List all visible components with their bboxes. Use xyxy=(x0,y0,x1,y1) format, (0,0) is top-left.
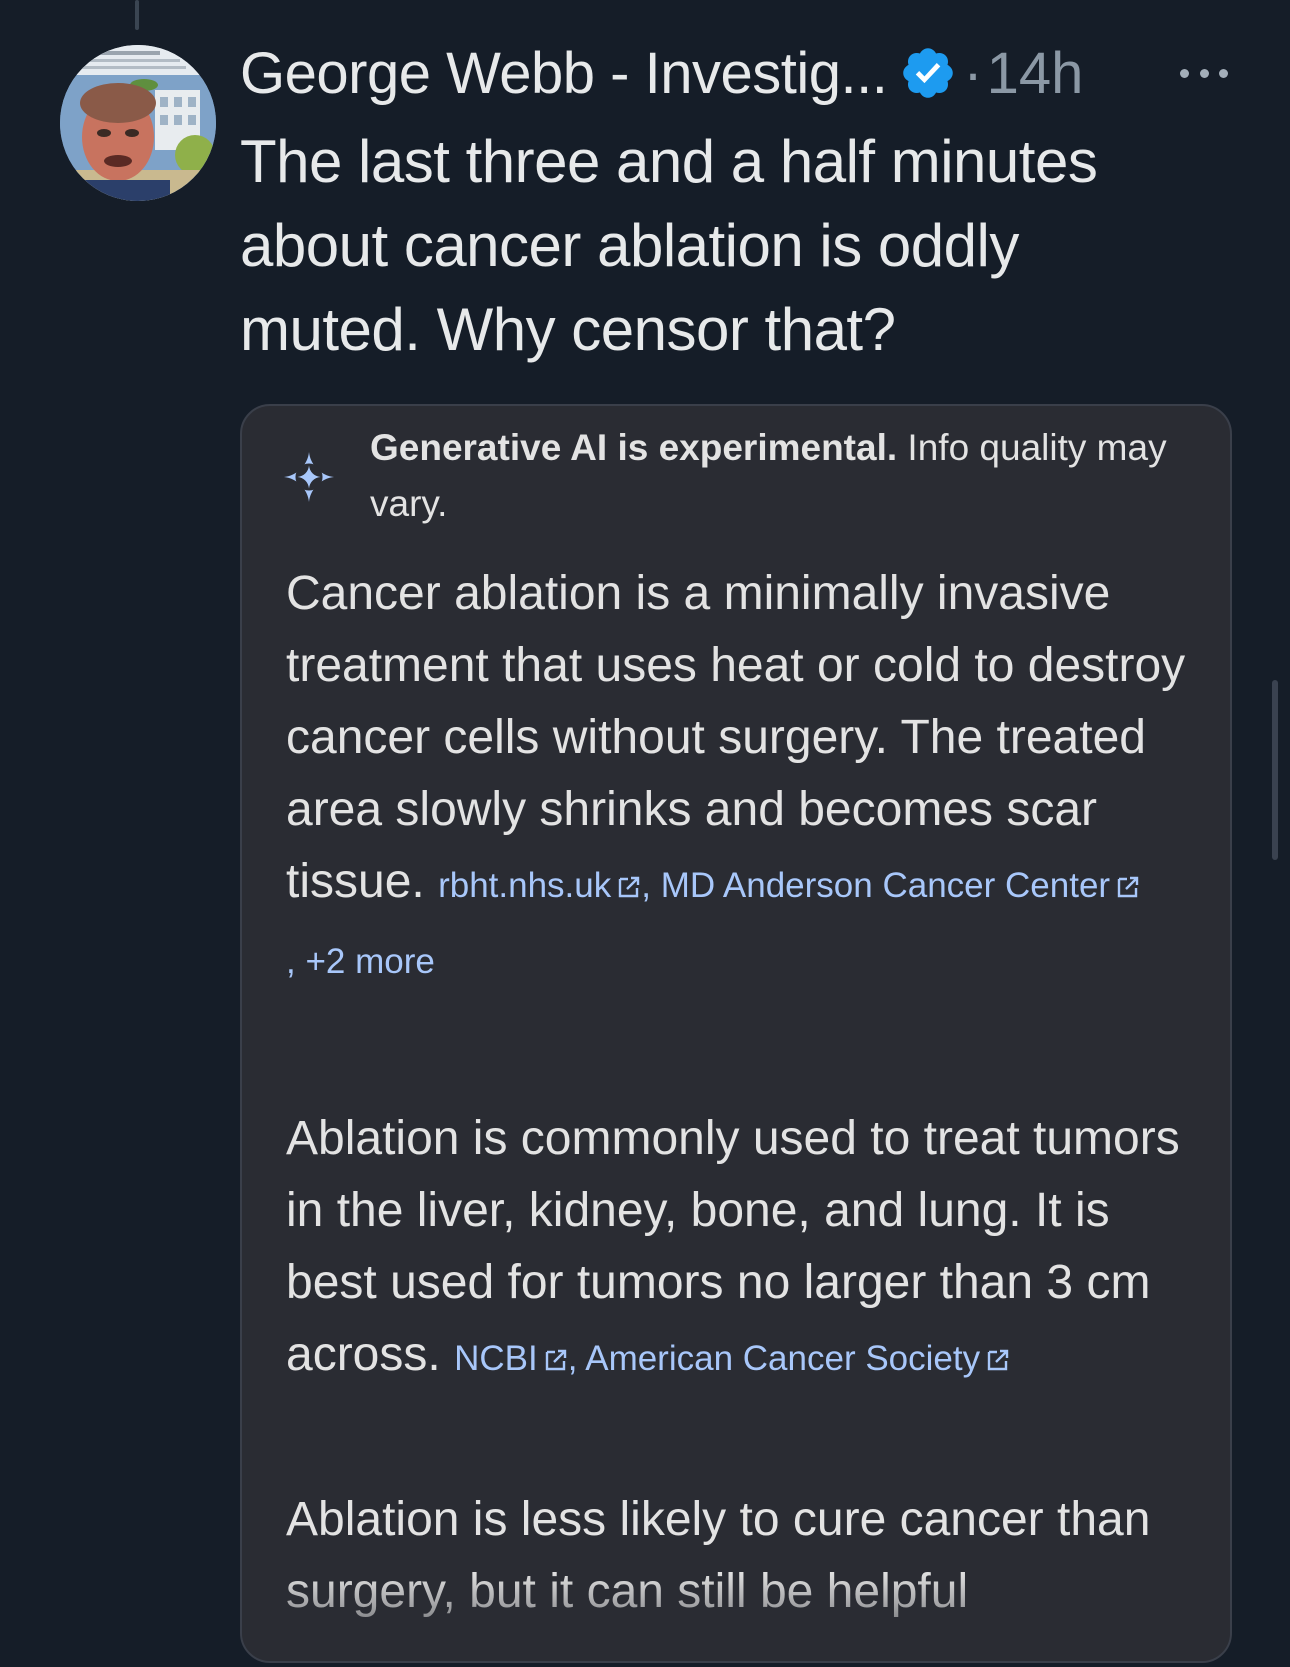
avatar-photo xyxy=(60,45,216,201)
author-name[interactable]: George Webb - Investig... xyxy=(240,40,888,107)
scrollbar-thumb[interactable] xyxy=(1272,680,1278,860)
thread-connector-line xyxy=(135,0,139,30)
source-separator: , xyxy=(567,1339,586,1378)
more-dot xyxy=(1199,68,1209,78)
external-link-icon xyxy=(987,1349,1009,1371)
ai-paragraph-1: Cancer ablation is a minimally invasive … xyxy=(286,558,1206,998)
paragraph-text: Cancer ablation is a minimally invasive … xyxy=(286,567,1186,908)
tweet-header: George Webb - Investig... · 14h xyxy=(240,38,1240,108)
more-dot xyxy=(1219,68,1228,78)
external-link-icon xyxy=(619,876,640,898)
more-dot xyxy=(1180,68,1189,78)
header-separator: · xyxy=(963,40,983,106)
verified-badge-icon[interactable] xyxy=(899,44,957,102)
source-link-md-anderson[interactable]: MD Anderson Cancer Center xyxy=(661,866,1140,905)
ai-disclaimer: Generative AI is experimental. Info qual… xyxy=(370,420,1190,532)
ai-paragraph-2: Ablation is commonly used to treat tumor… xyxy=(286,1103,1206,1395)
source-link-ncbi[interactable]: NCBI xyxy=(454,1339,568,1378)
source-label: American Cancer Society xyxy=(585,1339,981,1378)
gemini-sparkle-icon xyxy=(284,452,334,502)
more-options-icon[interactable] xyxy=(1180,55,1228,91)
tweet-timestamp[interactable]: 14h xyxy=(987,40,1084,107)
paragraph-text: Ablation is less likely to cure cancer t… xyxy=(286,1493,1151,1618)
avatar[interactable] xyxy=(60,45,216,201)
ai-paragraph-3: Ablation is less likely to cure cancer t… xyxy=(286,1484,1206,1628)
ai-overview-card: Generative AI is experimental. Info qual… xyxy=(240,404,1232,1663)
source-label: MD Anderson Cancer Center xyxy=(660,866,1111,905)
source-separator: , xyxy=(286,942,306,981)
external-link-icon xyxy=(545,1349,566,1371)
tweet-text: The last three and a half minutes about … xyxy=(240,128,1098,363)
disclaimer-bold: Generative AI is experimental. xyxy=(370,427,898,468)
source-label: NCBI xyxy=(454,1339,538,1378)
external-link-icon xyxy=(1117,876,1139,898)
source-link-rbht[interactable]: rbht.nhs.uk xyxy=(438,866,641,905)
source-label: rbht.nhs.uk xyxy=(438,866,612,905)
more-sources-link[interactable]: +2 more xyxy=(305,942,434,981)
source-link-acs[interactable]: American Cancer Society xyxy=(585,1339,1010,1378)
source-separator: , xyxy=(641,866,661,905)
